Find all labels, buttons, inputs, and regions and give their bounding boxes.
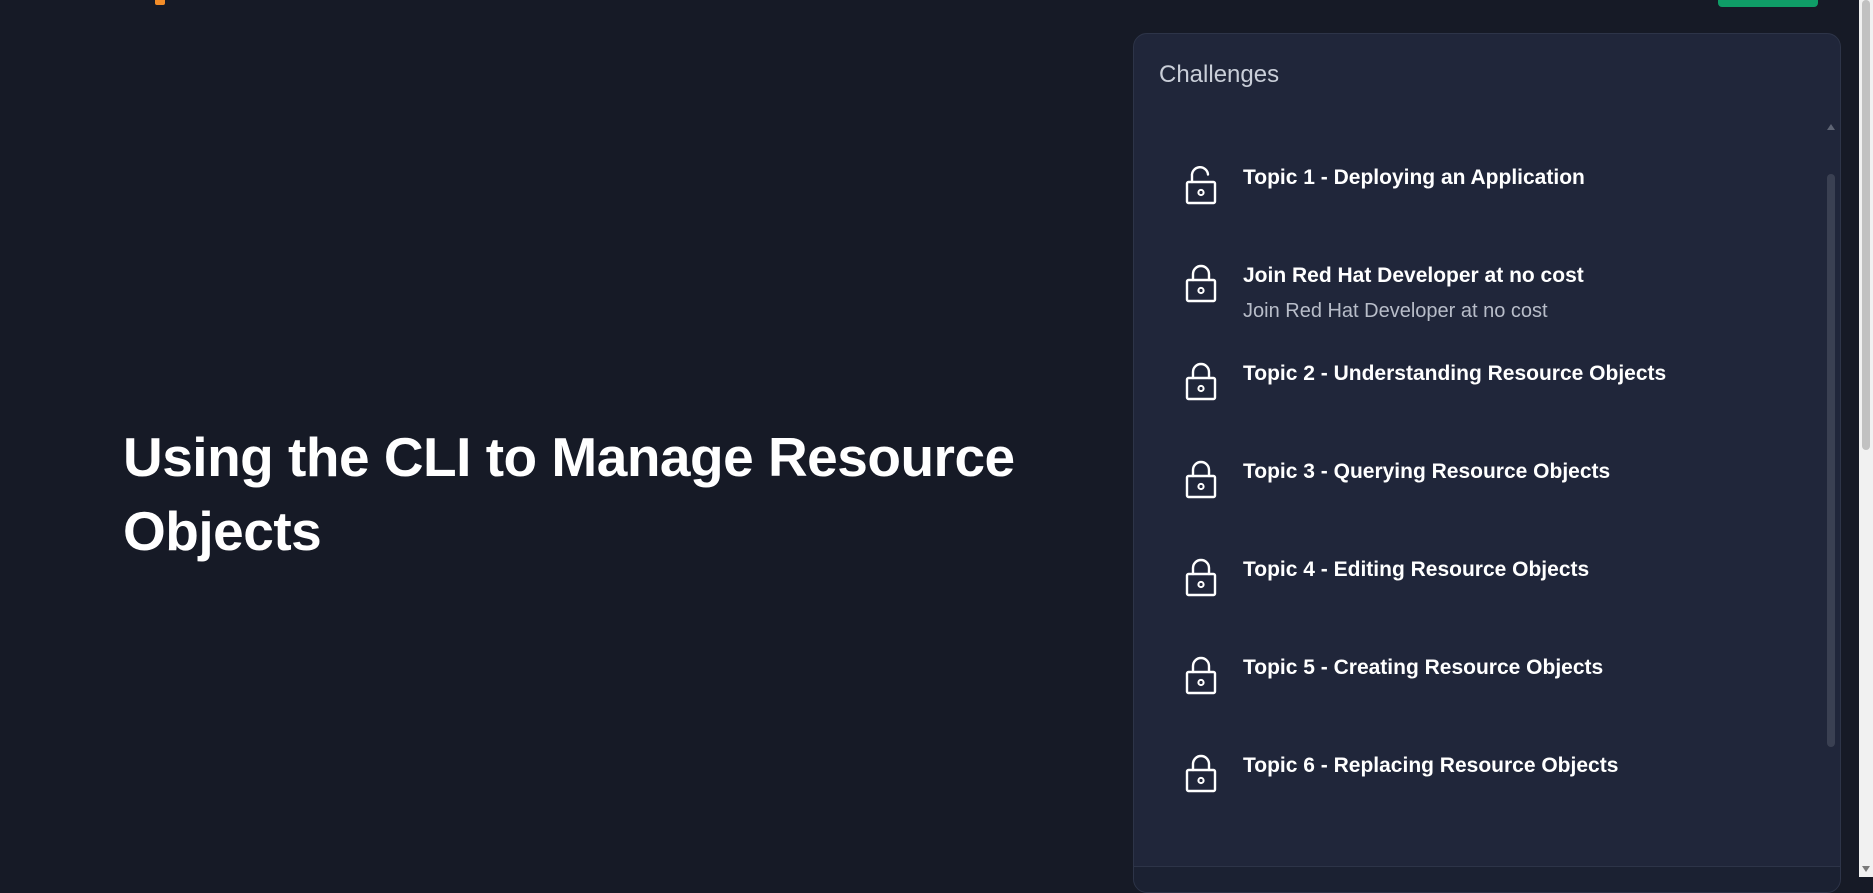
- challenge-title: Topic 5 - Creating Resource Objects: [1243, 656, 1604, 679]
- locked-padlock-icon: [1185, 655, 1217, 695]
- challenge-item-topic-1[interactable]: Topic 1 - Deploying an Application: [1134, 162, 1824, 260]
- challenges-panel: Challenges Topic 1 - Deploying an Applic…: [1133, 33, 1841, 893]
- challenge-item-topic-6[interactable]: Topic 6 - Replacing Resource Objects: [1134, 750, 1824, 848]
- scroll-up-arrow-icon[interactable]: [1827, 124, 1835, 130]
- challenges-scrollbar[interactable]: [1825, 124, 1837, 890]
- challenge-title: Topic 2 - Understanding Resource Objects: [1243, 362, 1667, 385]
- unlocked-padlock-icon: [1185, 165, 1217, 205]
- page-scrollbar-thumb[interactable]: [1862, 0, 1870, 450]
- challenge-title: Topic 1 - Deploying an Application: [1243, 166, 1585, 189]
- challenge-item-join-developer[interactable]: Join Red Hat Developer at no cost Join R…: [1134, 260, 1824, 358]
- challenge-title: Topic 3 - Querying Resource Objects: [1243, 460, 1611, 483]
- challenge-title: Join Red Hat Developer at no cost: [1243, 264, 1584, 287]
- challenge-title: Topic 6 - Replacing Resource Objects: [1243, 754, 1619, 777]
- locked-padlock-icon: [1185, 557, 1217, 597]
- header-action-button[interactable]: [1718, 0, 1818, 7]
- challenge-item-topic-2[interactable]: Topic 2 - Understanding Resource Objects: [1134, 358, 1824, 456]
- challenge-subtitle: Join Red Hat Developer at no cost: [1243, 300, 1548, 322]
- scrollbar-thumb[interactable]: [1827, 174, 1835, 747]
- brand-logo-fragment: [155, 0, 165, 5]
- challenge-item-topic-3[interactable]: Topic 3 - Querying Resource Objects: [1134, 456, 1824, 554]
- challenges-panel-footer: [1134, 866, 1840, 892]
- challenge-title: Topic 4 - Editing Resource Objects: [1243, 558, 1590, 581]
- scroll-down-arrow-icon[interactable]: [1862, 866, 1870, 872]
- locked-padlock-icon: [1185, 753, 1217, 793]
- locked-padlock-icon: [1185, 361, 1217, 401]
- page-title: Using the CLI to Manage Resource Objects: [123, 426, 1015, 562]
- page-scrollbar[interactable]: [1859, 0, 1873, 877]
- challenge-item-topic-5[interactable]: Topic 5 - Creating Resource Objects: [1134, 652, 1824, 750]
- locked-padlock-icon: [1185, 459, 1217, 499]
- challenges-list: Topic 1 - Deploying an Application Join …: [1134, 162, 1824, 848]
- challenge-item-topic-4[interactable]: Topic 4 - Editing Resource Objects: [1134, 554, 1824, 652]
- locked-padlock-icon: [1185, 263, 1217, 303]
- challenges-heading: Challenges: [1159, 61, 1280, 88]
